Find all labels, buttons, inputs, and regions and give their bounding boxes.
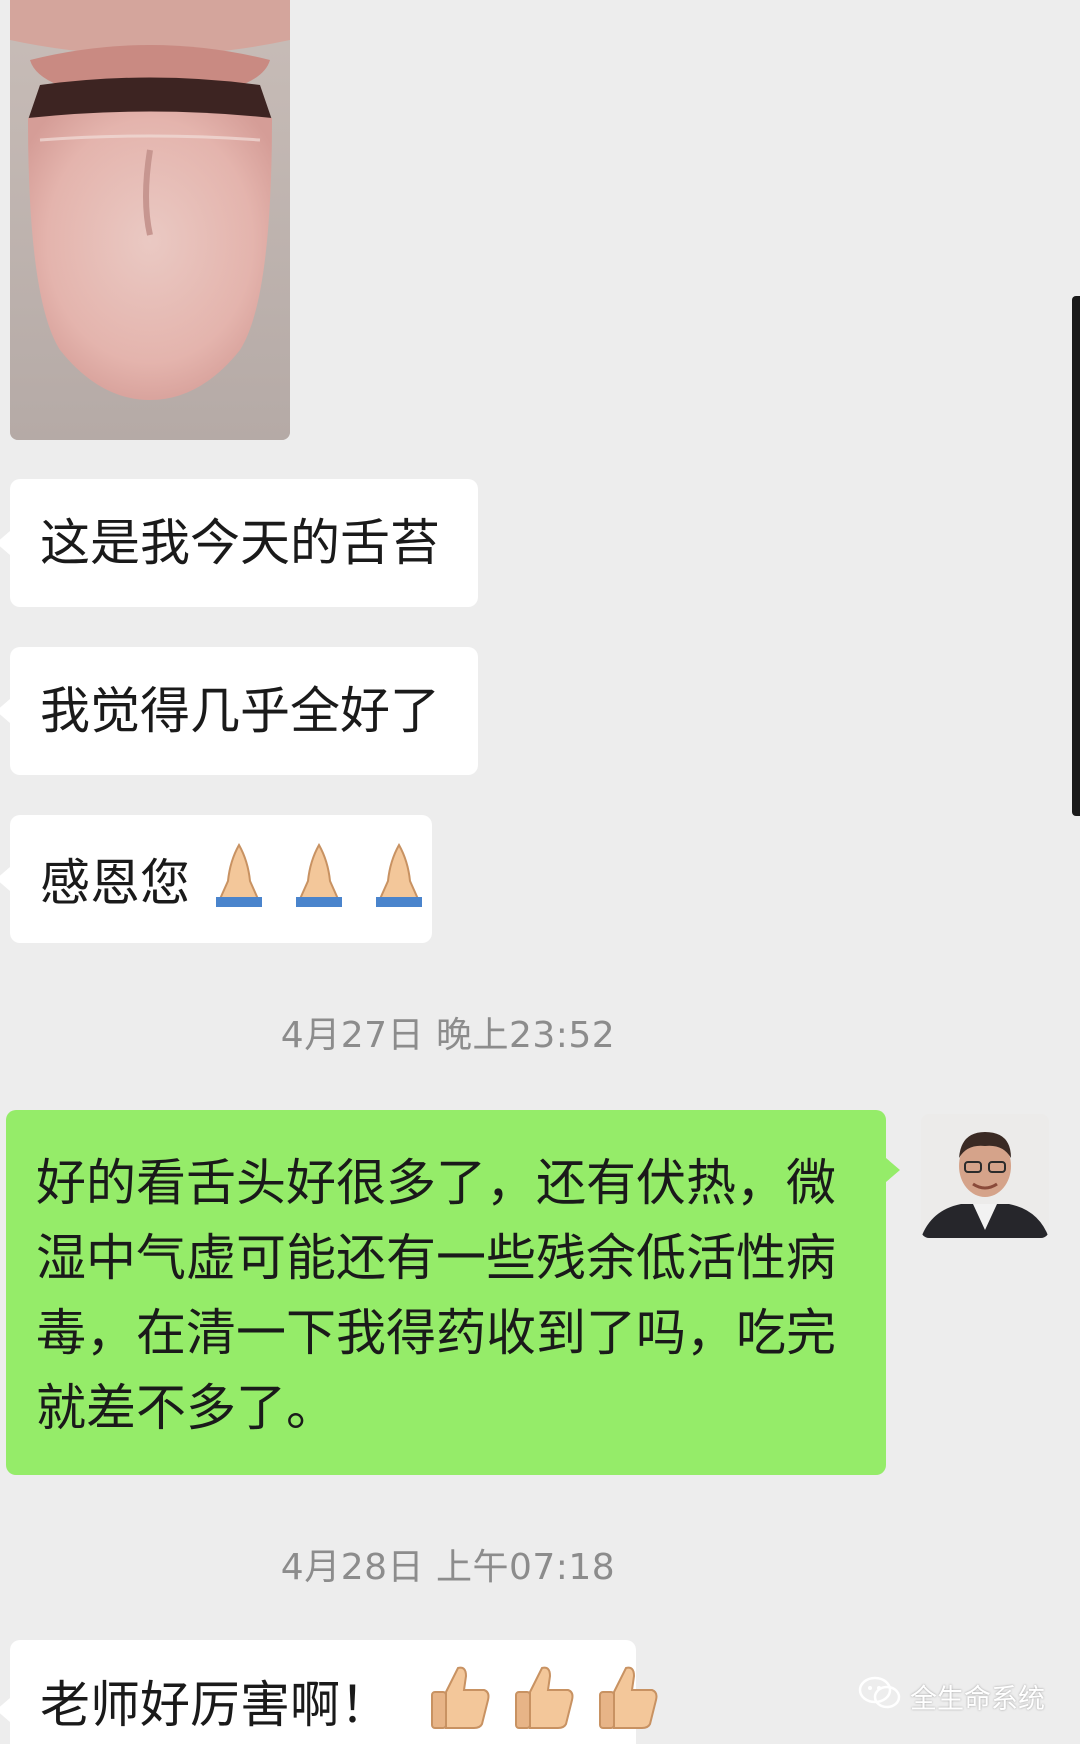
message-bubble[interactable]: 这是我今天的舌苔 bbox=[0, 479, 478, 607]
tongue-image bbox=[10, 0, 290, 440]
message-text: 老师好厉害啊！ bbox=[40, 1675, 390, 1734]
scrollbar[interactable] bbox=[1072, 296, 1080, 816]
pray-icon bbox=[208, 841, 270, 932]
wechat-icon bbox=[858, 1676, 902, 1717]
message-text: 感恩您 bbox=[40, 853, 190, 912]
thumbs-up-icon bbox=[594, 1662, 660, 1744]
avatar[interactable] bbox=[921, 1114, 1049, 1238]
tongue-photo[interactable] bbox=[10, 0, 290, 440]
pray-icon bbox=[368, 841, 430, 932]
message-text: 这是我今天的舌苔 bbox=[40, 514, 440, 572]
thumbs-up-icon bbox=[426, 1662, 492, 1744]
reply-bubble[interactable]: 好的看舌头好很多了，还有伏热，微湿中气虚可能还有一些残余低活性病毒，在清一下我得… bbox=[6, 1110, 900, 1475]
message-bubble[interactable]: 感恩您 bbox=[0, 815, 432, 943]
message-bubble[interactable]: 老师好厉害啊！ bbox=[0, 1640, 658, 1744]
message-bubble[interactable]: 我觉得几乎全好了 bbox=[0, 647, 478, 775]
watermark: 全生命系统 bbox=[858, 1676, 1045, 1717]
timestamp: 4月27日 晚上23:52 bbox=[280, 1015, 616, 1056]
pray-icon bbox=[288, 841, 350, 932]
timestamp: 4月28日 上午07:18 bbox=[280, 1547, 616, 1588]
thumbs-up-icon bbox=[510, 1662, 576, 1744]
reply-text: 好的看舌头好很多了，还有伏热，微湿中气虚可能还有一些残余低活性病毒，在清一下我得… bbox=[36, 1154, 836, 1437]
message-text: 我觉得几乎全好了 bbox=[40, 682, 440, 740]
watermark-text: 全生命系统 bbox=[910, 1684, 1045, 1715]
